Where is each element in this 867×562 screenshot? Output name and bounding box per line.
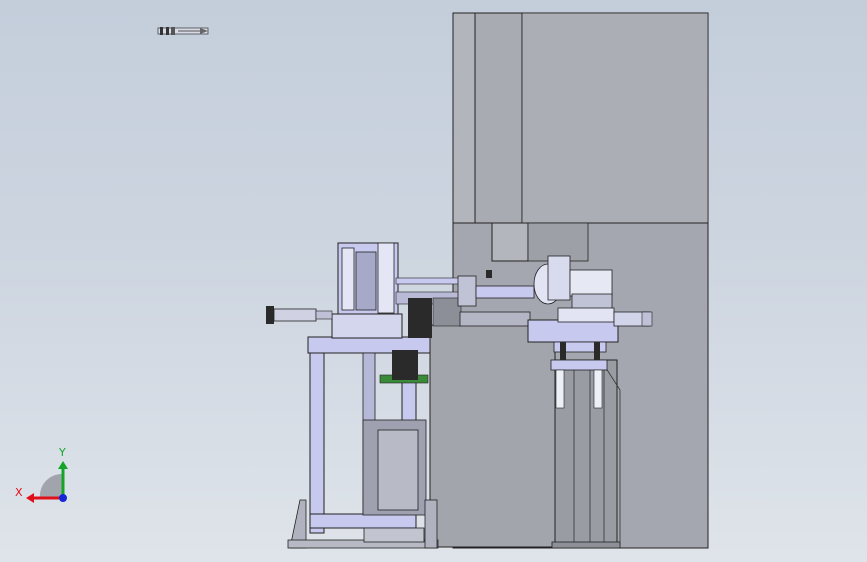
z-axis-dot [59,494,67,502]
cad-model-scene[interactable]: X Y [0,0,867,562]
coordinate-triad: X Y [15,446,68,503]
y-axis-label: Y [58,446,66,459]
graphics-viewport[interactable]: X Y [0,0,867,562]
pneumatic-cylinder-left [266,306,333,324]
view-orientation-icon[interactable] [157,27,209,35]
x-axis-label: X [15,486,23,499]
x-arrowhead-icon [26,493,34,503]
triad-plane-icon [39,473,62,498]
y-arrowhead-icon [58,461,68,469]
feeder-column [331,242,403,339]
feeder-frame [287,336,439,549]
